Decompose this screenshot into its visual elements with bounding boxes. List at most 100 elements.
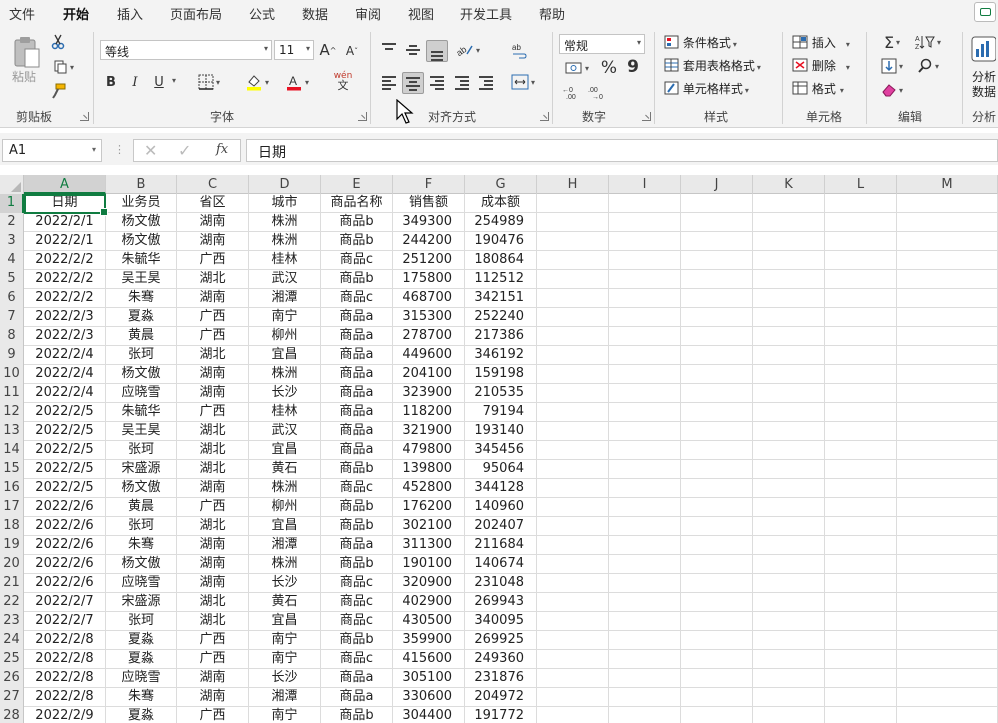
table-cell[interactable] — [609, 308, 681, 327]
table-cell[interactable]: 2022/2/2 — [24, 251, 106, 270]
table-cell[interactable]: 2022/2/4 — [24, 346, 106, 365]
table-cell[interactable] — [681, 631, 753, 650]
table-cell[interactable]: 宜昌 — [249, 612, 321, 631]
table-cell[interactable] — [609, 574, 681, 593]
align-center-button[interactable] — [402, 72, 424, 94]
tab-help[interactable]: 帮助 — [539, 4, 565, 23]
orientation-button[interactable]: ab ▾ — [452, 40, 484, 60]
table-cell[interactable]: 商品a — [321, 327, 393, 346]
table-cell[interactable]: 204100 — [393, 365, 465, 384]
table-cell[interactable]: 商品a — [321, 669, 393, 688]
table-cell[interactable]: 2022/2/6 — [24, 574, 106, 593]
table-cell[interactable] — [825, 536, 897, 555]
table-cell[interactable]: 宋盛源 — [106, 593, 177, 612]
borders-button[interactable]: ▾ — [194, 72, 224, 92]
row-header[interactable]: 23 — [0, 612, 24, 631]
table-cell[interactable] — [753, 688, 825, 707]
table-cell[interactable]: 商品c — [321, 650, 393, 669]
table-cell[interactable]: 杨文傲 — [106, 555, 177, 574]
table-cell[interactable]: 244200 — [393, 232, 465, 251]
table-cell[interactable] — [897, 346, 998, 365]
table-cell[interactable]: 湖北 — [177, 593, 249, 612]
table-cell[interactable]: 190100 — [393, 555, 465, 574]
table-cell[interactable]: 株洲 — [249, 555, 321, 574]
table-cell[interactable]: 346192 — [465, 346, 537, 365]
top-align-button[interactable] — [380, 40, 398, 58]
table-cell[interactable]: 2022/2/7 — [24, 593, 106, 612]
table-cell[interactable] — [537, 498, 609, 517]
sort-filter-button[interactable]: A Z ▾ — [910, 32, 946, 52]
table-cell[interactable] — [681, 688, 753, 707]
table-cell[interactable] — [825, 498, 897, 517]
table-cell[interactable] — [897, 308, 998, 327]
table-cell[interactable]: 345456 — [465, 441, 537, 460]
row-header[interactable]: 1 — [0, 194, 24, 213]
table-cell[interactable]: 商品a — [321, 365, 393, 384]
table-cell[interactable]: 夏淼 — [106, 308, 177, 327]
table-cell[interactable] — [609, 612, 681, 631]
align-left-button[interactable] — [380, 74, 398, 92]
table-cell[interactable]: 广西 — [177, 707, 249, 723]
table-cell[interactable] — [753, 384, 825, 403]
column-header-i[interactable]: I — [609, 175, 681, 194]
table-cell[interactable]: 商品a — [321, 346, 393, 365]
alignment-launcher[interactable] — [540, 112, 549, 121]
table-cell[interactable] — [681, 327, 753, 346]
table-cell[interactable]: 朱毓华 — [106, 251, 177, 270]
header-cell[interactable]: 省区 — [177, 194, 249, 213]
table-cell[interactable] — [753, 251, 825, 270]
format-as-table-button[interactable]: 套用表格格式 ▾ — [664, 57, 761, 74]
table-cell[interactable] — [897, 536, 998, 555]
table-cell[interactable]: 254989 — [465, 213, 537, 232]
table-cell[interactable]: 湖南 — [177, 669, 249, 688]
row-header[interactable]: 14 — [0, 441, 24, 460]
table-cell[interactable]: 251200 — [393, 251, 465, 270]
table-cell[interactable]: 湖南 — [177, 384, 249, 403]
table-cell[interactable]: 204972 — [465, 688, 537, 707]
table-cell[interactable] — [825, 213, 897, 232]
table-cell[interactable]: 张珂 — [106, 517, 177, 536]
table-cell[interactable]: 黄晨 — [106, 327, 177, 346]
table-cell[interactable] — [753, 289, 825, 308]
table-cell[interactable]: 宋盛源 — [106, 460, 177, 479]
table-cell[interactable]: 210535 — [465, 384, 537, 403]
fill-button[interactable]: ▾ — [876, 56, 908, 76]
table-cell[interactable] — [897, 384, 998, 403]
table-cell[interactable]: 广西 — [177, 251, 249, 270]
table-cell[interactable] — [609, 631, 681, 650]
table-cell[interactable] — [825, 327, 897, 346]
underline-dropdown[interactable]: ▾ — [172, 76, 176, 85]
row-header[interactable]: 3 — [0, 232, 24, 251]
table-cell[interactable] — [897, 574, 998, 593]
table-cell[interactable] — [753, 707, 825, 723]
table-cell[interactable]: 湖北 — [177, 460, 249, 479]
table-cell[interactable] — [609, 669, 681, 688]
table-cell[interactable] — [753, 365, 825, 384]
table-cell[interactable]: 黄晨 — [106, 498, 177, 517]
table-cell[interactable]: 2022/2/1 — [24, 213, 106, 232]
table-cell[interactable]: 249360 — [465, 650, 537, 669]
header-cell[interactable] — [825, 194, 897, 213]
row-header[interactable]: 22 — [0, 593, 24, 612]
table-cell[interactable]: 278700 — [393, 327, 465, 346]
format-painter-button[interactable] — [48, 81, 68, 101]
table-cell[interactable]: 商品b — [321, 707, 393, 723]
table-cell[interactable] — [681, 270, 753, 289]
row-header[interactable]: 13 — [0, 422, 24, 441]
table-cell[interactable] — [897, 441, 998, 460]
tab-developer[interactable]: 开发工具 — [460, 4, 512, 23]
table-cell[interactable] — [897, 327, 998, 346]
table-cell[interactable]: 商品c — [321, 289, 393, 308]
table-cell[interactable] — [753, 422, 825, 441]
row-header[interactable]: 2 — [0, 213, 24, 232]
table-cell[interactable]: 应晓雪 — [106, 384, 177, 403]
number-format-select[interactable]: 常规 ▾ — [559, 34, 645, 54]
tab-view[interactable]: 视图 — [408, 4, 434, 23]
row-header[interactable]: 28 — [0, 707, 24, 723]
table-cell[interactable]: 商品a — [321, 688, 393, 707]
table-cell[interactable] — [753, 327, 825, 346]
wrap-text-button[interactable]: ab — [508, 40, 530, 62]
table-cell[interactable]: 449600 — [393, 346, 465, 365]
table-cell[interactable]: 杨文傲 — [106, 232, 177, 251]
table-cell[interactable]: 杨文傲 — [106, 213, 177, 232]
